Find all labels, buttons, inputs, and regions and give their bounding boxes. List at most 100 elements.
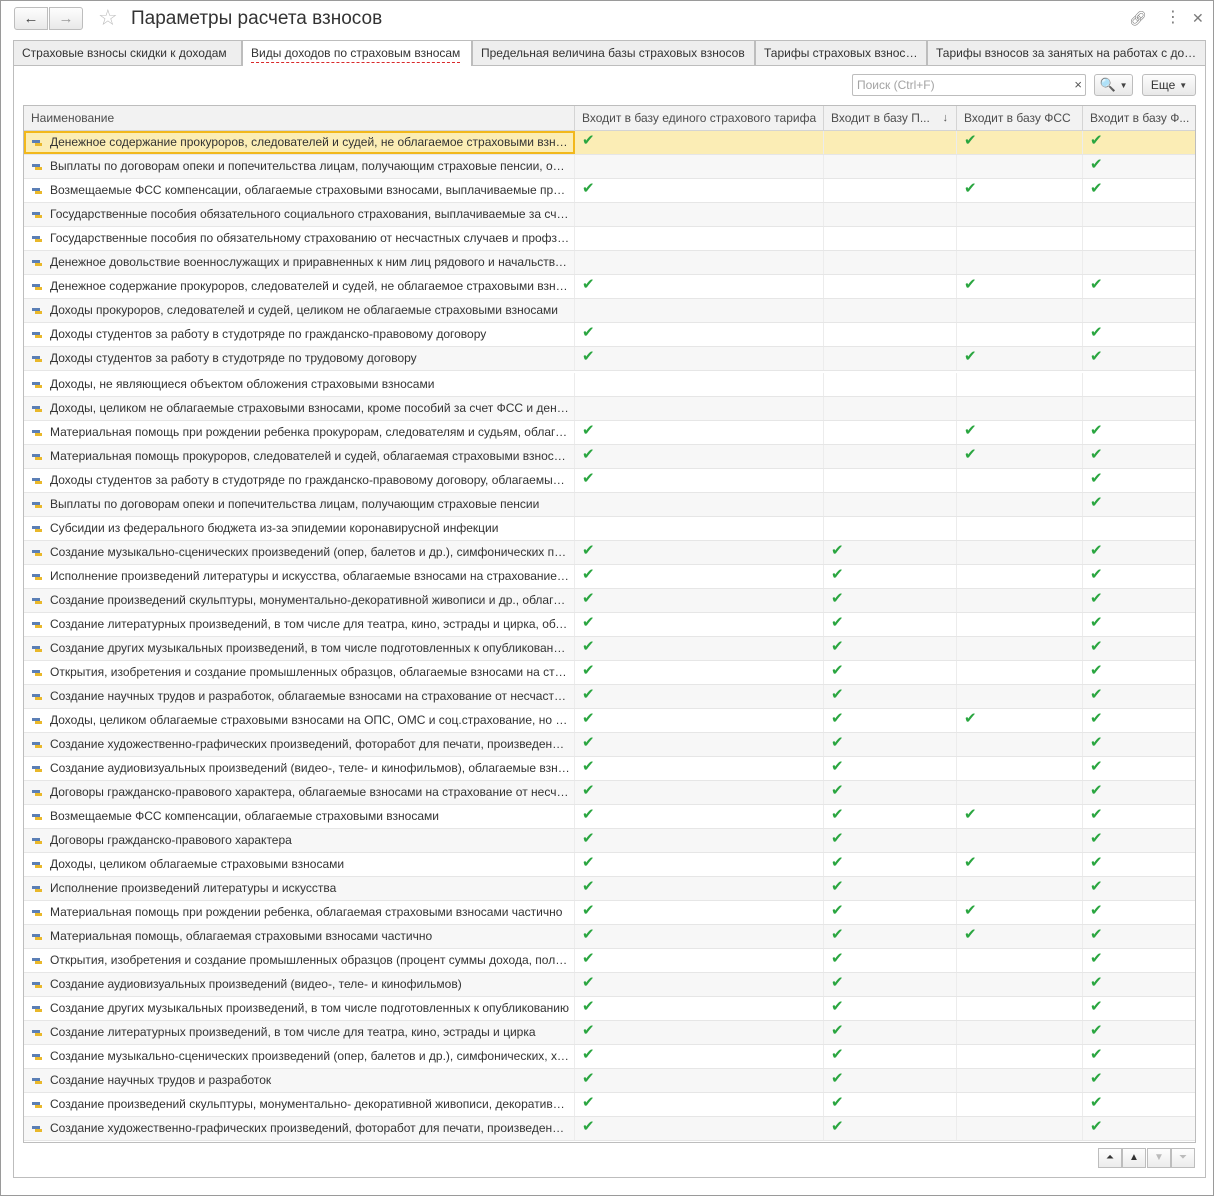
table-row[interactable]: Выплаты по договорам опеки и попечительс… [24,155,1195,179]
flag-cell[interactable] [957,757,1083,780]
flag-cell[interactable]: ✔ [1083,347,1195,370]
name-cell[interactable]: Доходы, целиком не облагаемые страховыми… [24,397,575,420]
flag-cell[interactable] [957,397,1083,420]
flag-cell[interactable] [957,877,1083,900]
flag-cell[interactable] [957,565,1083,588]
flag-cell[interactable]: ✔ [1083,1045,1195,1068]
name-cell[interactable]: Государственные пособия обязательного со… [24,203,575,226]
table-row[interactable]: Создание научных трудов и разработок ✔ ✔ ✔ [24,1069,1195,1093]
flag-cell[interactable] [957,997,1083,1020]
flag-cell[interactable] [957,661,1083,684]
flag-cell[interactable]: ✔ [824,853,957,876]
flag-cell[interactable]: ✔ [957,925,1083,948]
flag-cell[interactable]: ✔ [957,709,1083,732]
table-row[interactable]: Создание произведений скульптуры, монуме… [24,589,1195,613]
flag-cell[interactable] [575,155,824,178]
flag-cell[interactable]: ✔ [575,565,824,588]
table-row[interactable]: Денежное содержание прокуроров, следоват… [24,275,1195,299]
flag-cell[interactable] [824,299,957,322]
flag-cell[interactable]: ✔ [824,589,957,612]
scroll-up-button[interactable]: ▲ [1122,1148,1146,1168]
flag-cell[interactable] [957,227,1083,250]
table-row[interactable]: Доходы, не являющиеся объектом обложения… [24,373,1195,397]
table-row[interactable]: Создание других музыкальных произведений… [24,997,1195,1021]
flag-cell[interactable]: ✔ [1083,565,1195,588]
flag-cell[interactable]: ✔ [575,877,824,900]
flag-cell[interactable]: ✔ [1083,877,1195,900]
flag-cell[interactable]: ✔ [575,589,824,612]
tab-insurance-discounts[interactable]: Страховые взносы скидки к доходам [13,40,242,65]
flag-cell[interactable]: ✔ [824,925,957,948]
flag-cell[interactable] [957,733,1083,756]
flag-cell[interactable] [957,1045,1083,1068]
name-cell[interactable]: Доходы студентов за работу в студотряде … [24,323,575,346]
flag-cell[interactable]: ✔ [1083,541,1195,564]
flag-cell[interactable] [575,373,824,396]
flag-cell[interactable] [957,323,1083,346]
flag-cell[interactable]: ✔ [575,997,824,1020]
table-row[interactable]: Исполнение произведений литературы и иск… [24,565,1195,589]
find-button[interactable]: 🔍 ▼ [1094,74,1133,96]
flag-cell[interactable]: ✔ [1083,637,1195,660]
back-button[interactable]: ← [14,7,48,30]
flag-cell[interactable] [1083,373,1195,396]
flag-cell[interactable]: ✔ [824,997,957,1020]
flag-cell[interactable]: ✔ [1083,493,1195,516]
close-icon[interactable]: ✕ [1192,9,1204,27]
flag-cell[interactable]: ✔ [824,685,957,708]
name-cell[interactable]: Денежное содержание прокуроров, следоват… [24,275,575,298]
flag-cell[interactable]: ✔ [575,709,824,732]
name-cell[interactable]: Доходы студентов за работу в студотряде … [24,347,575,370]
flag-cell[interactable]: ✔ [575,347,824,370]
flag-cell[interactable] [824,227,957,250]
flag-cell[interactable]: ✔ [957,275,1083,298]
name-cell[interactable]: Доходы прокуроров, следователей и судей,… [24,299,575,322]
flag-cell[interactable]: ✔ [1083,1117,1195,1140]
table-row[interactable]: Государственные пособия обязательного со… [24,203,1195,227]
flag-cell[interactable] [824,421,957,444]
link-icon[interactable]: 🔗︎ [1129,9,1147,27]
flag-cell[interactable]: ✔ [575,661,824,684]
name-cell[interactable]: Создание литературных произведений, в то… [24,1021,575,1044]
flag-cell[interactable]: ✔ [824,901,957,924]
table-row[interactable]: Создание литературных произведений, в то… [24,1021,1195,1045]
flag-cell[interactable]: ✔ [1083,421,1195,444]
name-cell[interactable]: Денежное довольствие военнослужащих и пр… [24,251,575,274]
flag-cell[interactable]: ✔ [957,131,1083,154]
flag-cell[interactable] [824,251,957,274]
name-cell[interactable]: Создание аудиовизуальных произведений (в… [24,973,575,996]
flag-cell[interactable]: ✔ [575,275,824,298]
name-cell[interactable]: Создание произведений скульптуры, монуме… [24,1093,575,1116]
table-row[interactable]: Доходы, целиком облагаемые страховыми вз… [24,853,1195,877]
flag-cell[interactable]: ✔ [957,805,1083,828]
flag-cell[interactable] [1083,203,1195,226]
flag-cell[interactable]: ✔ [575,1069,824,1092]
table-row[interactable]: Создание научных трудов и разработок, об… [24,685,1195,709]
name-cell[interactable]: Открытия, изобретения и создание промышл… [24,949,575,972]
flag-cell[interactable] [957,685,1083,708]
name-cell[interactable]: Выплаты по договорам опеки и попечительс… [24,493,575,516]
flag-cell[interactable]: ✔ [824,1117,957,1140]
flag-cell[interactable]: ✔ [824,805,957,828]
table-row[interactable]: Исполнение произведений литературы и иск… [24,877,1195,901]
flag-cell[interactable]: ✔ [1083,757,1195,780]
name-cell[interactable]: Исполнение произведений литературы и иск… [24,877,575,900]
name-cell[interactable]: Договоры гражданско-правового характера [24,829,575,852]
flag-cell[interactable] [824,275,957,298]
name-cell[interactable]: Доходы студентов за работу в студотряде … [24,469,575,492]
flag-cell[interactable] [575,517,824,540]
flag-cell[interactable]: ✔ [824,1021,957,1044]
flag-cell[interactable]: ✔ [1083,155,1195,178]
flag-cell[interactable]: ✔ [957,179,1083,202]
table-row[interactable]: Открытия, изобретения и создание промышл… [24,949,1195,973]
flag-cell[interactable] [957,1021,1083,1044]
table-row[interactable]: Материальная помощь прокуроров, следоват… [24,445,1195,469]
table-row[interactable]: Договоры гражданско-правового характера,… [24,781,1195,805]
column-header-unified-tariff[interactable]: Входит в базу единого страхового тарифа [575,106,824,130]
table-row[interactable]: Выплаты по договорам опеки и попечительс… [24,493,1195,517]
flag-cell[interactable]: ✔ [575,637,824,660]
table-row[interactable]: Создание музыкально-сценических произвед… [24,1045,1195,1069]
flag-cell[interactable]: ✔ [957,901,1083,924]
scroll-to-first-button[interactable]: ⏶ [1098,1148,1122,1168]
flag-cell[interactable] [824,445,957,468]
